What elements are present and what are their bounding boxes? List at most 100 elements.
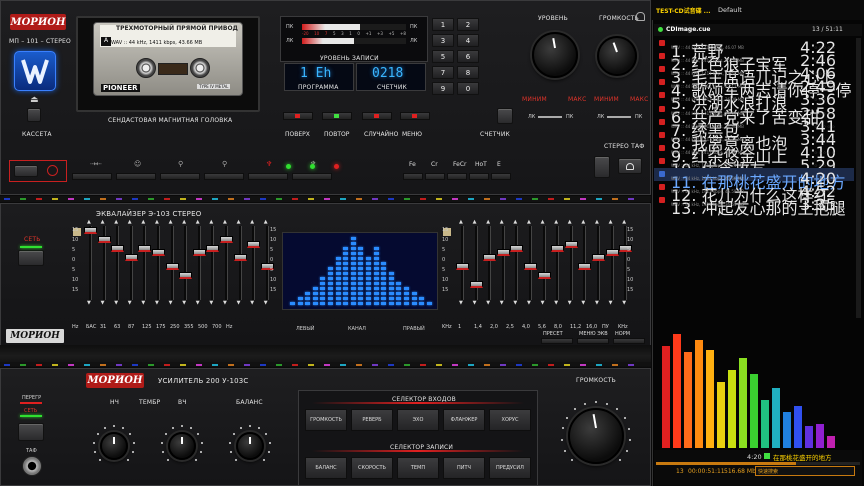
- eq-power-button[interactable]: [18, 250, 44, 266]
- eq-right-slider-6[interactable]: [537, 272, 551, 279]
- headphone-button[interactable]: [618, 158, 642, 174]
- balance-knob[interactable]: [236, 432, 264, 460]
- eq-band-right-1: 1: [458, 324, 462, 330]
- playlist-row[interactable]: 1. 荒野 WAV :: 44 kHz, 1411 kbps, 46.07 MB 4…: [654, 37, 854, 61]
- record-button-4[interactable]: ПРЕДУСИЛ: [489, 457, 531, 479]
- eq-right-slider-10[interactable]: [592, 254, 605, 261]
- eq-button-2[interactable]: [613, 338, 645, 344]
- playlist-row[interactable]: 3. 毛主席语儿记之心上 WAV :: 44 kHz, 1411 kbps, 41…: [654, 63, 854, 87]
- indicator-light: [436, 198, 442, 200]
- lk-pk-switch-1[interactable]: [538, 116, 562, 118]
- transport-button-ff[interactable]: [72, 173, 112, 180]
- eq-left-slider-6[interactable]: [165, 263, 179, 270]
- transport-button-stop[interactable]: [204, 173, 244, 180]
- eq-button-0[interactable]: [541, 338, 573, 344]
- keypad-button-0[interactable]: 0: [457, 82, 479, 95]
- record-button-0[interactable]: БАЛАНС: [305, 457, 347, 479]
- spectrum-cell: [396, 302, 402, 305]
- keypad-button-5[interactable]: 5: [432, 50, 454, 63]
- eq-left-slider-1[interactable]: [97, 236, 111, 243]
- playlist-scrollbar[interactable]: [856, 38, 861, 318]
- headphone-jack[interactable]: [22, 456, 42, 476]
- eq-right-slider-8[interactable]: [564, 241, 578, 249]
- playlist-row[interactable]: 8. 我离意离也泡 WAV :: 44 kHz, 1411 kbps, 37.74…: [654, 129, 854, 153]
- tape-type-button-1[interactable]: [425, 173, 445, 180]
- tape-type-button-2[interactable]: [447, 173, 467, 180]
- eq-right-slider-4[interactable]: [510, 245, 524, 252]
- lk-pk-switch-2[interactable]: [607, 116, 631, 118]
- taf-button-1[interactable]: [594, 156, 610, 178]
- eq-right-slider-2[interactable]: [483, 254, 497, 261]
- volume-knob[interactable]: [597, 36, 637, 76]
- eq-right-slider-11[interactable]: [605, 248, 619, 256]
- deck-power-button[interactable]: [14, 165, 38, 177]
- keypad-button-3[interactable]: 3: [432, 34, 454, 47]
- keypad-button-4[interactable]: 4: [457, 34, 479, 47]
- playlist-row[interactable]: 6. 共产党来了苦变甜 WAV :: 44 kHz, 1411 kbps, 29.…: [654, 103, 854, 127]
- transport-button-rec[interactable]: [116, 173, 156, 180]
- transport-button-pause[interactable]: [160, 173, 200, 180]
- eq-left-slider-2[interactable]: [111, 245, 125, 252]
- search-input[interactable]: 快速搜索: [755, 466, 855, 476]
- tape-type-button-4[interactable]: [491, 173, 511, 180]
- playlist-row[interactable]: 7. 绣黑包 WAV :: 44 kHz, 1411 kbps, 37.30 MB…: [654, 116, 854, 140]
- transport-button-play[interactable]: [292, 173, 332, 180]
- playlist-row[interactable]: 10. 优念故友WAV :: 44 kHz, 1411 kbps, 53.21 …: [654, 155, 854, 179]
- eq-right-slider-12[interactable]: [619, 245, 633, 252]
- playlist-row[interactable]: 2. 红色狼子宝军 WAV :: 44 kHz, 1411 kbps, 45.58…: [654, 50, 854, 74]
- keypad-button-9[interactable]: 9: [432, 82, 454, 95]
- playlist-preset[interactable]: Default: [718, 6, 742, 14]
- level-knob[interactable]: [532, 32, 578, 78]
- eq-left-slider-5[interactable]: [152, 248, 165, 256]
- eq-left-slider-8[interactable]: [192, 248, 206, 256]
- eq-left-slider-3[interactable]: [124, 254, 138, 261]
- bass-knob[interactable]: [100, 432, 128, 460]
- indicator-light: [212, 364, 218, 366]
- amp-volume-knob[interactable]: [568, 408, 624, 464]
- eq-left-slider-7[interactable]: [179, 272, 193, 279]
- playlist-row[interactable]: 4. 歌颂军两志请你停一停 WAV :: 44 kHz, 1411 kbps, 2…: [654, 76, 854, 100]
- input-button-2[interactable]: ЭХО: [397, 409, 439, 431]
- eq-right-slider-7[interactable]: [551, 245, 565, 252]
- eq-right-slider-0[interactable]: [456, 263, 469, 270]
- spectrum-cell: [305, 302, 311, 305]
- input-button-3[interactable]: ФЛАНЖЕР: [443, 409, 485, 431]
- input-button-4[interactable]: ХОРУС: [489, 409, 531, 431]
- tape-type-button-3[interactable]: [469, 173, 489, 180]
- record-button-1[interactable]: СКОРОСТЬ: [351, 457, 393, 479]
- eq-right-slider-3[interactable]: [496, 248, 510, 256]
- eq-right-slider-9[interactable]: [578, 263, 592, 270]
- eq-left-slider-9[interactable]: [206, 245, 220, 252]
- keypad-button-7[interactable]: 7: [432, 66, 454, 79]
- treble-knob[interactable]: [168, 432, 196, 460]
- cassette-button[interactable]: [27, 108, 41, 122]
- record-button-3[interactable]: ПИТЧ: [443, 457, 485, 479]
- eq-right-slider-1[interactable]: [469, 281, 483, 288]
- input-button-1[interactable]: РЕВЕРБ: [351, 409, 393, 431]
- eq-left-slider-11[interactable]: [233, 254, 247, 261]
- eq-left-slider-10[interactable]: [220, 236, 233, 243]
- track-rating[interactable]: ✩✩✩✩✩: [814, 202, 836, 207]
- eq-left-slider-4[interactable]: [138, 245, 152, 252]
- eq-left-slider-12[interactable]: [247, 241, 261, 249]
- keypad-button-1[interactable]: 1: [432, 18, 454, 31]
- keypad-button-2[interactable]: 2: [457, 18, 479, 31]
- eq-left-slider-0[interactable]: [84, 227, 97, 234]
- input-button-0[interactable]: ГРОМКОСТЬ: [305, 409, 347, 431]
- record-button-2[interactable]: ТЕМП: [397, 457, 439, 479]
- tape-type-button-0[interactable]: [403, 173, 423, 180]
- counter-button[interactable]: [497, 108, 513, 124]
- playlist-row[interactable]: 11. 在那桃花盛开的地方 WAV :: 44 kHz, 1411 kbps, 4…: [654, 168, 854, 192]
- eq-button-1[interactable]: [577, 338, 609, 344]
- playlist-row[interactable]: 13. 冲起友心那的土抱腿 WAV :: 44 kHz, 1411 kbps, 3…: [654, 194, 854, 218]
- playlist-row[interactable]: 12. 花儿为什么这样红 WAV :: 44 kHz, 1411 kbps, 46…: [654, 181, 854, 205]
- transport-button-rew[interactable]: [248, 173, 288, 180]
- keypad-button-8[interactable]: 8: [457, 66, 479, 79]
- keypad-button-6[interactable]: 6: [457, 50, 479, 63]
- power-icon[interactable]: [47, 165, 58, 176]
- playlist-source[interactable]: CDImage.cue: [666, 26, 710, 33]
- eq-right-slider-5[interactable]: [524, 263, 537, 270]
- playlist-row[interactable]: 9. 红杂悠金山上 WAV :: 44 kHz, 1411 kbps, 41.86…: [654, 142, 854, 166]
- playlist-row[interactable]: 5. 洪湖水浪打浪 WAV :: 44 kHz, 1411 kbps, 36.08…: [654, 89, 854, 113]
- amp-power-button[interactable]: [18, 423, 44, 441]
